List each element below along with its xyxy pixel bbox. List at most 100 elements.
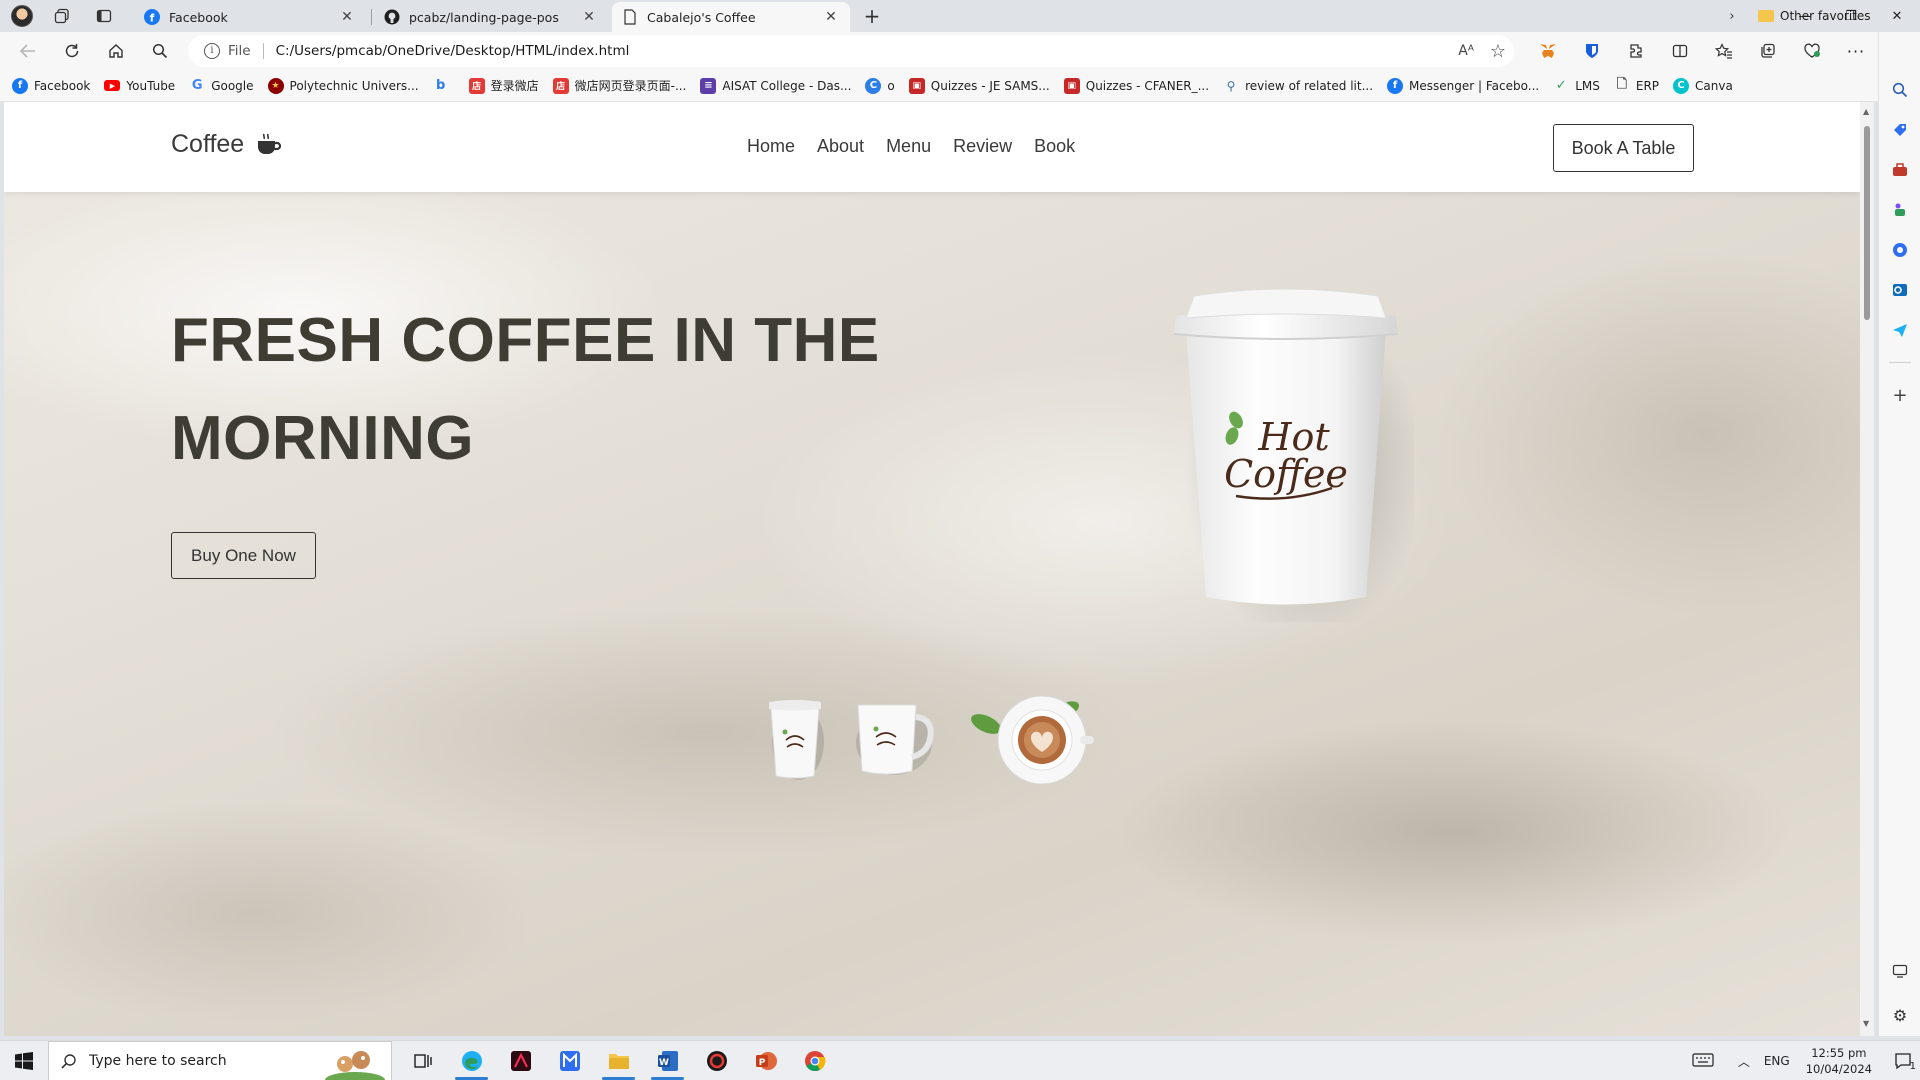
back-button[interactable] [8, 35, 48, 67]
read-aloud-icon[interactable]: Aᴬ [1458, 43, 1474, 59]
other-favorites[interactable]: Other favorites [1758, 0, 1871, 32]
refresh-button[interactable] [52, 35, 92, 67]
language-indicator[interactable]: ENG [1764, 1054, 1790, 1068]
site-navbar: Coffee Home About Menu Review Book Book … [4, 102, 1860, 192]
close-tab-icon[interactable]: ✕ [822, 9, 840, 25]
scrollbar-thumb[interactable] [1864, 126, 1870, 320]
favorites-icon[interactable] [1702, 35, 1746, 67]
split-screen-icon[interactable] [1658, 35, 1702, 67]
new-tab-button[interactable]: + [860, 5, 884, 29]
page-scrollbar[interactable]: ▲ ▼ [1860, 102, 1874, 1036]
start-button[interactable] [0, 1041, 48, 1080]
nav-home-link[interactable]: Home [747, 136, 795, 157]
nav-about-link[interactable]: About [817, 136, 864, 157]
favorite-item[interactable]: Co [865, 77, 895, 94]
search-placeholder: Type here to search [89, 1052, 227, 1069]
bitwarden-icon[interactable] [1570, 35, 1614, 67]
favorite-item[interactable]: ★ Polytechnic Univers... [267, 77, 419, 94]
davinci-app-icon[interactable] [692, 1041, 741, 1080]
tab-actions-button[interactable] [88, 0, 120, 32]
favorite-item[interactable]: b [433, 78, 455, 94]
screenshot-capture-icon[interactable] [1889, 960, 1911, 982]
sidebar-search-icon[interactable] [1889, 79, 1911, 101]
favorite-item[interactable]: ▣ Quizzes - CFANER_... [1063, 77, 1209, 94]
latte-cup-thumbnail[interactable] [966, 692, 1094, 784]
url-text[interactable]: C:/Users/pmcab/OneDrive/Desktop/HTML/ind… [276, 43, 630, 59]
edge-app-icon[interactable] [447, 1041, 496, 1080]
nav-menu-link[interactable]: Menu [886, 136, 931, 157]
adobe-app-icon[interactable] [496, 1041, 545, 1080]
maxthon-app-icon[interactable] [545, 1041, 594, 1080]
mug-thumbnail[interactable] [852, 699, 938, 777]
home-button[interactable] [96, 35, 136, 67]
book-a-table-button[interactable]: Book A Table [1553, 124, 1694, 172]
close-tab-icon[interactable]: ✕ [580, 9, 598, 25]
favorite-item[interactable]: ⚲ review of related lit... [1223, 78, 1373, 94]
favorite-star-icon[interactable]: ☆ [1490, 41, 1506, 62]
add-sidebar-app-icon[interactable]: + [1889, 384, 1911, 406]
outlook-icon[interactable] [1889, 279, 1911, 301]
favorite-item[interactable]: f Messenger | Facebo... [1387, 77, 1539, 94]
nav-book-link[interactable]: Book [1034, 136, 1075, 157]
file-explorer-icon[interactable] [594, 1041, 643, 1080]
powerpoint-app-icon[interactable]: P [741, 1041, 790, 1080]
tab-title: Cabalejo's Coffee [647, 9, 756, 25]
collections-icon[interactable] [1746, 35, 1790, 67]
favorite-item[interactable]: ▣ Quizzes - JE SAMS... [908, 77, 1050, 94]
workspaces-button[interactable] [46, 0, 78, 32]
favorite-label: Polytechnic Univers... [289, 78, 419, 93]
send-icon[interactable] [1889, 319, 1911, 341]
favorite-item[interactable]: ≡ AISAT College - Das... [700, 77, 851, 94]
settings-more-icon[interactable]: ··· [1834, 35, 1878, 67]
tab-cabalejos-coffee[interactable]: Cabalejo's Coffee ✕ [612, 2, 850, 32]
favorite-item[interactable]: C Canva [1673, 77, 1733, 94]
favorites-overflow-chevron-icon[interactable]: › [1720, 0, 1744, 32]
favorite-item[interactable]: ▶ YouTube [104, 79, 175, 93]
tools-briefcase-icon[interactable] [1889, 159, 1911, 181]
profile-button[interactable] [6, 0, 38, 32]
show-hidden-icons-chevron-icon[interactable]: ︿ [1738, 1053, 1750, 1070]
address-bar[interactable]: i File C:/Users/pmcab/OneDrive/Desktop/H… [188, 35, 1514, 67]
svg-text:W: W [659, 1058, 669, 1068]
favorite-item[interactable]: 店微店网页登录页面-... [552, 77, 686, 94]
task-view-icon[interactable] [398, 1041, 447, 1080]
taskbar-search-box[interactable]: Type here to search [48, 1040, 392, 1080]
favorite-item[interactable]: 🗋 ERP [1614, 77, 1659, 94]
nav-review-link[interactable]: Review [953, 136, 1012, 157]
bing-icon: b [435, 78, 446, 93]
url-scheme: File [228, 43, 251, 59]
scroll-up-arrow-icon[interactable]: ▲ [1863, 108, 1871, 116]
tab-github[interactable]: pcabz/landing-page-pos ✕ [374, 2, 608, 32]
search-button[interactable] [140, 35, 180, 67]
keyboard-icon[interactable] [1692, 1052, 1714, 1071]
main-nav: Home About Menu Review Book [747, 136, 1075, 157]
metamask-icon[interactable] [1526, 35, 1570, 67]
tab-facebook[interactable]: f Facebook ✕ [134, 2, 366, 32]
tab-actions-icon [96, 9, 112, 23]
notifications-icon[interactable]: 1 [1886, 1052, 1920, 1072]
copilot-circle-icon[interactable] [1889, 239, 1911, 261]
paper-cup-thumbnail[interactable] [766, 696, 824, 780]
c-icon: C [865, 77, 882, 94]
chrome-app-icon[interactable] [790, 1041, 839, 1080]
favorite-item[interactable]: ✓ LMS [1553, 78, 1600, 94]
other-favorites-label: Other favorites [1780, 9, 1871, 23]
word-app-icon[interactable]: W [643, 1041, 692, 1080]
extensions-icon[interactable] [1614, 35, 1658, 67]
system-clock[interactable]: 12:55 pm 10/04/2024 [1806, 1045, 1872, 1077]
shopping-tag-icon[interactable] [1889, 119, 1911, 141]
info-icon[interactable]: i [204, 43, 220, 59]
favorite-item[interactable]: f Facebook [12, 77, 90, 94]
favorite-label: YouTube [126, 78, 176, 93]
games-icon[interactable] [1889, 199, 1911, 221]
site-logo[interactable]: Coffee [171, 130, 282, 159]
browser-essentials-icon[interactable] [1790, 35, 1834, 67]
close-window-button[interactable]: ✕ [1874, 0, 1920, 32]
search-icon [152, 43, 168, 59]
close-tab-icon[interactable]: ✕ [338, 9, 356, 25]
buy-one-now-button[interactable]: Buy One Now [171, 532, 316, 579]
sidebar-settings-gear-icon[interactable]: ⚙ [1889, 1004, 1911, 1026]
favorite-item[interactable]: 店登录微店 [468, 77, 539, 94]
scroll-down-arrow-icon[interactable]: ▼ [1863, 1020, 1871, 1028]
favorite-item[interactable]: G Google [189, 78, 254, 94]
